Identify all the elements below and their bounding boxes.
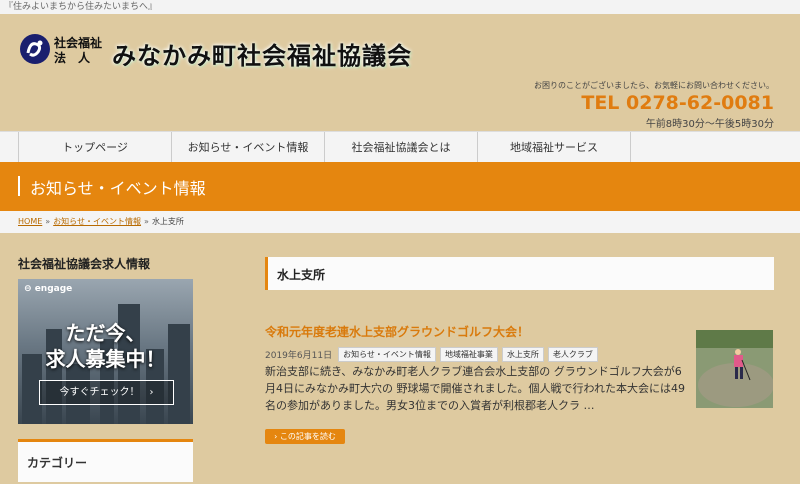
phone-number[interactable]: TEL 0278-62-0081 — [534, 91, 774, 115]
breadcrumb-home[interactable]: HOME — [18, 217, 42, 226]
section-title: 水上支所 — [277, 268, 326, 282]
site-title[interactable]: みなかみ町社会福祉協議会 — [112, 36, 412, 71]
nav-item-services[interactable]: 地域福祉サービス — [477, 132, 631, 163]
engage-check-button[interactable]: 今すぐチェック！ › — [39, 380, 174, 405]
post-item: 令和元年度老連水上支部グラウンドゴルフ大会！ 2019年6月11日 お知らせ・イ… — [265, 323, 774, 444]
council-logo-icon[interactable] — [20, 34, 50, 64]
corporation-label: 社会福祉 法 人 — [54, 36, 103, 65]
main-content: 水上支所 令和元年度老連水上支部グラウンドゴルフ大会！ 2019年6月11日 お… — [265, 257, 774, 444]
read-more-button[interactable]: › この記事を読む — [265, 429, 345, 444]
post-thumbnail[interactable] — [696, 330, 773, 408]
section-heading: 水上支所 — [265, 257, 774, 290]
breadcrumb-separator: » — [144, 217, 149, 226]
post-meta: 2019年6月11日 お知らせ・イベント情報 地域福祉事業 水上支所 老人クラブ — [265, 347, 602, 362]
post-tag[interactable]: お知らせ・イベント情報 — [338, 347, 436, 362]
post-date: 2019年6月11日 — [265, 351, 333, 361]
recruit-heading: 社会福祉協議会求人情報 — [18, 257, 151, 271]
breadcrumb: HOME» お知らせ・イベント情報» 水上支所 — [0, 211, 800, 233]
main-nav: トップページ お知らせ・イベント情報 社会福祉協議会とは 地域福祉サービス — [0, 131, 800, 164]
sidebar: 社会福祉協議会求人情報 ⊖ engage ただ今、 求人募集中！ 今すぐチェック… — [18, 255, 193, 482]
engage-recruit-banner[interactable]: ⊖ engage ただ今、 求人募集中！ 今すぐチェック！ › — [18, 279, 193, 424]
engage-headline-2: 求人募集中！ — [45, 347, 166, 371]
engage-headline-1: ただ今、 — [65, 321, 146, 345]
nav-item-news[interactable]: お知らせ・イベント情報 — [171, 132, 324, 163]
engage-logo: ⊖ engage — [24, 284, 73, 294]
breadcrumb-separator: » — [45, 217, 51, 226]
contact-info: お困りのことがございましたら、お気軽にお問い合わせください。 TEL 0278-… — [534, 80, 774, 130]
tagline: 『住みよいまちから住みたいまちへ』 — [0, 0, 800, 14]
post-tag[interactable]: 老人クラブ — [547, 347, 598, 362]
post-excerpt: 新治支部に続き、みなかみ町老人クラブ連合会水上支部の グラウンドゴルフ大会が6月… — [265, 365, 685, 412]
page-banner: お知らせ・イベント情報 — [0, 162, 800, 211]
category-heading: カテゴリー — [27, 456, 88, 470]
breadcrumb-current: 水上支所 — [151, 217, 184, 226]
banner-accent-bar — [18, 176, 20, 196]
breadcrumb-parent[interactable]: お知らせ・イベント情報 — [53, 217, 141, 226]
post-tag[interactable]: 地域福祉事業 — [439, 347, 498, 362]
office-hours: 午前8時30分〜午後5時30分 — [645, 119, 774, 130]
site-header: 社会福祉 法 人 みなかみ町社会福祉協議会 お困りのことがございましたら、お気軽… — [0, 14, 800, 131]
page-title: お知らせ・イベント情報 — [30, 179, 206, 198]
nav-item-about[interactable]: 社会福祉協議会とは — [324, 132, 477, 163]
nav-item-top[interactable]: トップページ — [18, 132, 171, 163]
category-widget: カテゴリー — [18, 439, 193, 482]
contact-message: お困りのことがございましたら、お気軽にお問い合わせください。 — [534, 81, 774, 90]
post-tag[interactable]: 水上支所 — [501, 347, 544, 362]
